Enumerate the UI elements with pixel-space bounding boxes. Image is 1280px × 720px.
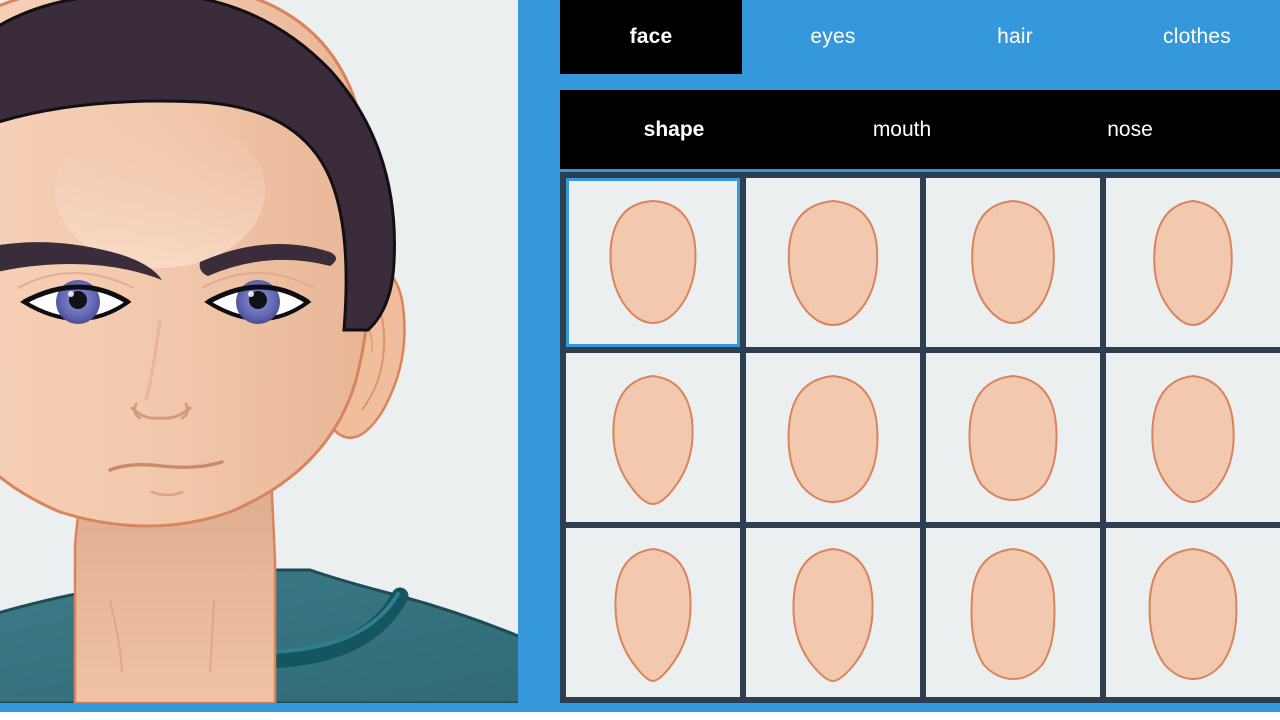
option-cell-shape-1[interactable]: [566, 178, 740, 347]
tab-eyes[interactable]: eyes: [742, 0, 924, 74]
tab-face-label: face: [630, 25, 673, 49]
option-cell-shape-3[interactable]: [926, 178, 1100, 347]
face-shape-thumb-6: [778, 368, 888, 508]
face-shape-thumb-5: [598, 368, 708, 508]
avatar-illustration: [0, 0, 518, 703]
customizer-panel: face eyes hair clothes shape mouth nose: [518, 0, 1280, 703]
option-cell-shape-10[interactable]: [746, 528, 920, 697]
secondary-tab-bar: shape mouth nose: [560, 90, 1280, 169]
avatar-preview-panel: [0, 0, 518, 703]
face-shape-thumb-2: [778, 193, 888, 333]
avatar-maker-app: face eyes hair clothes shape mouth nose: [0, 0, 1280, 720]
tab-clothes[interactable]: clothes: [1106, 0, 1280, 74]
face-shape-thumb-3: [958, 193, 1068, 333]
subtab-nose[interactable]: nose: [1016, 90, 1244, 169]
option-cell-shape-4[interactable]: [1106, 178, 1280, 347]
tab-face[interactable]: face: [560, 0, 742, 74]
forehead-highlight: [55, 112, 265, 268]
face-shape-thumb-1: [598, 193, 708, 333]
option-cell-shape-6[interactable]: [746, 353, 920, 522]
face-shape-thumb-9: [598, 543, 708, 683]
subtab-shape[interactable]: shape: [560, 90, 788, 169]
face-shape-thumb-12: [1138, 543, 1248, 683]
primary-tab-bar: face eyes hair clothes: [518, 0, 1280, 74]
option-cell-shape-9[interactable]: [566, 528, 740, 697]
tab-hair[interactable]: hair: [924, 0, 1106, 74]
subtab-mouth-label: mouth: [873, 118, 931, 142]
subtab-mouth[interactable]: mouth: [788, 90, 1016, 169]
face-shape-thumb-10: [778, 543, 888, 683]
option-cell-shape-11[interactable]: [926, 528, 1100, 697]
bottom-accent-bar: [0, 703, 1280, 712]
face-shape-thumb-8: [1138, 368, 1248, 508]
option-cell-shape-2[interactable]: [746, 178, 920, 347]
subtab-nose-label: nose: [1107, 118, 1153, 142]
tab-eyes-label: eyes: [810, 25, 855, 49]
face-shape-thumb-4: [1138, 193, 1248, 333]
option-cell-shape-5[interactable]: [566, 353, 740, 522]
face-shape-thumb-11: [958, 543, 1068, 683]
face-shape-thumb-7: [958, 368, 1068, 508]
option-cell-shape-7[interactable]: [926, 353, 1100, 522]
tab-clothes-label: clothes: [1163, 25, 1231, 49]
tab-hair-label: hair: [997, 25, 1033, 49]
option-cell-shape-8[interactable]: [1106, 353, 1280, 522]
subtab-shape-label: shape: [644, 118, 705, 142]
option-cell-shape-12[interactable]: [1106, 528, 1280, 697]
face-shape-option-grid: [560, 172, 1280, 703]
